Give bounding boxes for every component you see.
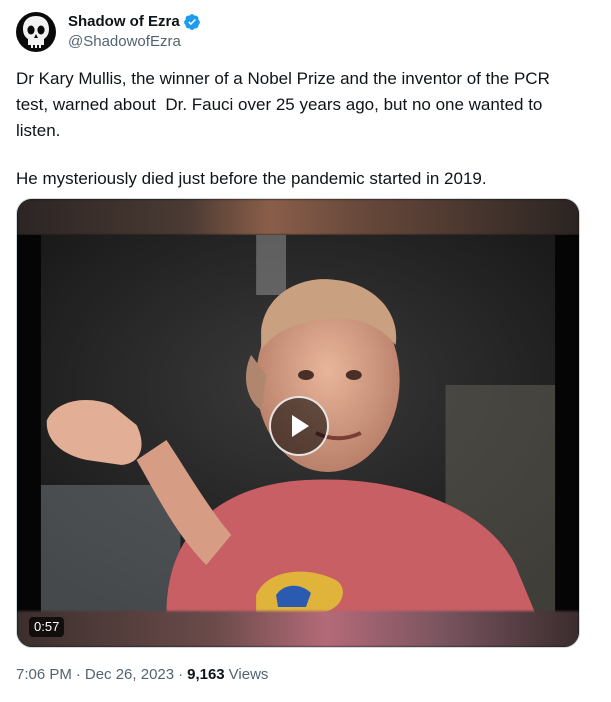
author-handle[interactable]: @ShadowofEzra — [68, 32, 201, 52]
video-blur-bottom — [17, 611, 579, 647]
views-count[interactable]: 9,163 — [187, 665, 225, 685]
tweet-time[interactable]: 7:06 PM — [16, 665, 72, 685]
meta-separator: · — [178, 666, 184, 683]
tweet-text: Dr Kary Mullis, the winner of a Nobel Pr… — [16, 66, 586, 192]
play-button[interactable] — [269, 396, 329, 456]
tweet-paragraph: He mysteriously died just before the pan… — [16, 169, 487, 188]
views-label: Views — [228, 666, 269, 683]
avatar[interactable] — [16, 12, 56, 52]
tweet-paragraph: Dr Kary Mullis, the winner of a Nobel Pr… — [16, 69, 555, 140]
tweet-meta: 7:06 PM · Dec 26, 2023 · 9,163 Views — [16, 665, 268, 685]
play-icon — [292, 415, 309, 437]
video-duration: 0:57 — [29, 617, 65, 637]
meta-separator: · — [75, 666, 81, 683]
video-player[interactable]: 0:57 — [16, 198, 580, 648]
punisher-skull-icon — [23, 16, 49, 48]
video-blur-top — [17, 199, 579, 235]
author-display-name[interactable]: Shadow of Ezra — [68, 12, 180, 32]
tweet-date[interactable]: Dec 26, 2023 — [85, 665, 174, 685]
verified-badge-icon[interactable] — [183, 13, 201, 31]
tweet-header: Shadow of Ezra @ShadowofEzra — [16, 12, 201, 52]
